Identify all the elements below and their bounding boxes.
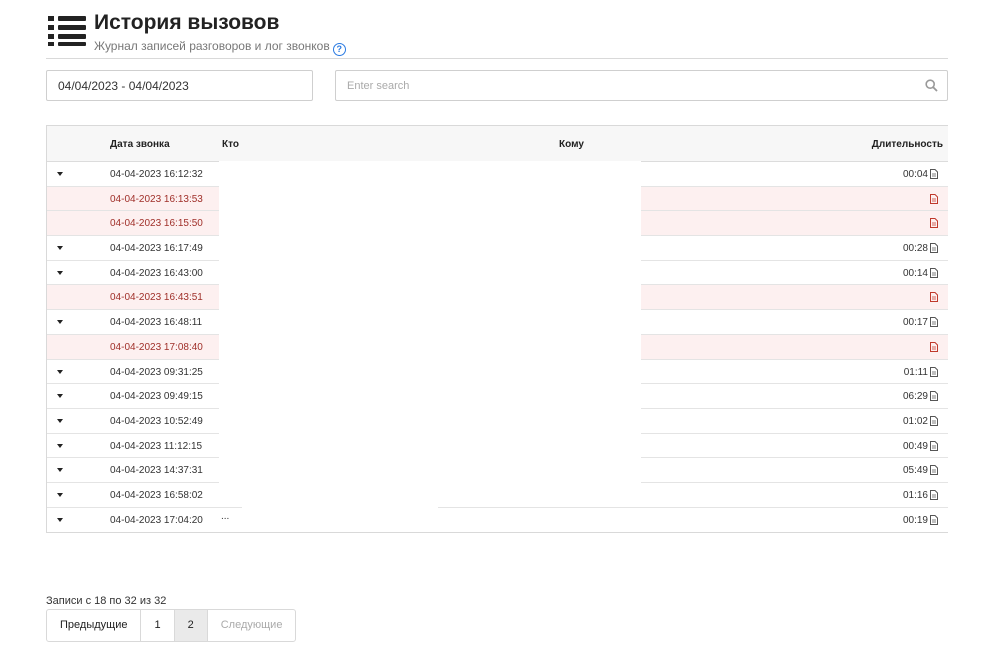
table-row[interactable]: 04-04-2023 16:58:02 01:16 [47, 483, 948, 508]
call-duration: 00:14 [902, 267, 928, 279]
page-2-button[interactable]: 2 [174, 610, 208, 641]
page-header: История вызовов Журнал записей разговоро… [46, 10, 948, 59]
call-date: 04-04-2023 14:37:31 [110, 465, 203, 477]
caret-down-icon[interactable] [57, 320, 63, 325]
who-ellipsis: ... [221, 511, 230, 522]
column-to[interactable]: Кому [559, 139, 584, 150]
search-input[interactable]: Enter search [335, 70, 948, 101]
call-date: 04-04-2023 11:12:15 [110, 440, 203, 452]
document-icon[interactable] [930, 243, 938, 254]
call-duration: 01:16 [902, 489, 928, 501]
call-date: 04-04-2023 16:12:32 [110, 169, 203, 180]
call-date: 04-04-2023 16:43:00 [110, 267, 203, 279]
document-icon[interactable] [930, 489, 938, 500]
call-duration: 00:17 [902, 317, 928, 329]
caret-down-icon[interactable] [57, 369, 63, 374]
call-duration: 00:19 [902, 514, 928, 526]
redacted-area [219, 161, 641, 485]
caret-down-icon[interactable] [57, 270, 63, 275]
document-icon[interactable] [930, 415, 938, 426]
call-date: 04-04-2023 09:31:25 [110, 366, 203, 378]
caret-down-icon[interactable] [57, 492, 63, 497]
call-date: 04-04-2023 16:13:53 [110, 193, 203, 205]
table-header: Дата звонка Кто Кому Длительность [47, 126, 948, 162]
column-date[interactable]: Дата звонка [110, 139, 170, 150]
caret-down-icon[interactable] [57, 172, 63, 176]
prev-page-button[interactable]: Предыдущие [47, 610, 142, 641]
document-icon[interactable] [930, 366, 938, 377]
call-duration: 06:29 [902, 391, 928, 403]
caret-down-icon[interactable] [57, 517, 63, 522]
call-date: 04-04-2023 09:49:15 [110, 391, 203, 403]
page-subtitle: Журнал записей разговоров и лог звонков? [94, 39, 346, 56]
caret-down-icon[interactable] [57, 418, 63, 423]
call-date: 04-04-2023 16:48:11 [110, 317, 203, 329]
column-duration[interactable]: Длительность [872, 139, 943, 150]
calls-table: Дата звонка Кто Кому Длительность 04-04-… [46, 125, 948, 534]
call-date: 04-04-2023 16:58:02 [110, 489, 203, 501]
call-duration: 05:49 [902, 465, 928, 477]
document-icon[interactable] [930, 169, 938, 179]
caret-down-icon[interactable] [57, 246, 63, 251]
document-icon[interactable] [930, 341, 938, 352]
call-date: 04-04-2023 16:43:51 [110, 292, 203, 304]
search-placeholder: Enter search [347, 80, 410, 92]
call-date: 04-04-2023 17:04:20 [110, 514, 203, 526]
list-icon [48, 16, 86, 46]
document-icon[interactable] [930, 218, 938, 229]
call-date: 04-04-2023 16:17:49 [110, 243, 203, 255]
document-icon[interactable] [930, 440, 938, 451]
date-range-picker[interactable]: 04/04/2023 - 04/04/2023 [46, 70, 313, 101]
help-icon[interactable]: ? [332, 43, 346, 56]
call-date: 04-04-2023 16:15:50 [110, 218, 203, 230]
document-icon[interactable] [930, 267, 938, 278]
call-duration: 01:02 [902, 415, 928, 427]
records-info: Записи с 18 по 32 из 32 [46, 595, 167, 607]
page-title: История вызовов [94, 11, 280, 34]
column-who[interactable]: Кто [222, 139, 239, 150]
call-duration: 00:28 [902, 243, 928, 255]
caret-down-icon[interactable] [57, 394, 63, 399]
search-icon[interactable] [925, 79, 938, 92]
caret-down-icon[interactable] [57, 468, 63, 473]
document-icon[interactable] [930, 465, 938, 476]
call-duration: 00:49 [902, 440, 928, 452]
document-icon[interactable] [930, 514, 938, 525]
document-icon[interactable] [930, 391, 938, 402]
call-date: 04-04-2023 10:52:49 [110, 415, 203, 427]
document-icon[interactable] [930, 193, 938, 204]
pagination: Предыдущие 1 2 Следующие [46, 609, 297, 642]
call-duration: 00:04 [902, 169, 928, 180]
subtitle-text: Журнал записей разговоров и лог звонков [94, 39, 330, 53]
page-1-button[interactable]: 1 [141, 610, 175, 641]
table-row[interactable]: 04-04-2023 17:04:20 00:19 [47, 508, 948, 533]
document-icon[interactable] [930, 292, 938, 303]
caret-down-icon[interactable] [57, 443, 63, 448]
next-page-button: Следующие [220, 619, 283, 631]
document-icon[interactable] [930, 317, 938, 328]
redacted-area [242, 484, 438, 532]
call-date: 04-04-2023 17:08:40 [110, 341, 203, 353]
call-duration: 01:11 [903, 366, 928, 378]
